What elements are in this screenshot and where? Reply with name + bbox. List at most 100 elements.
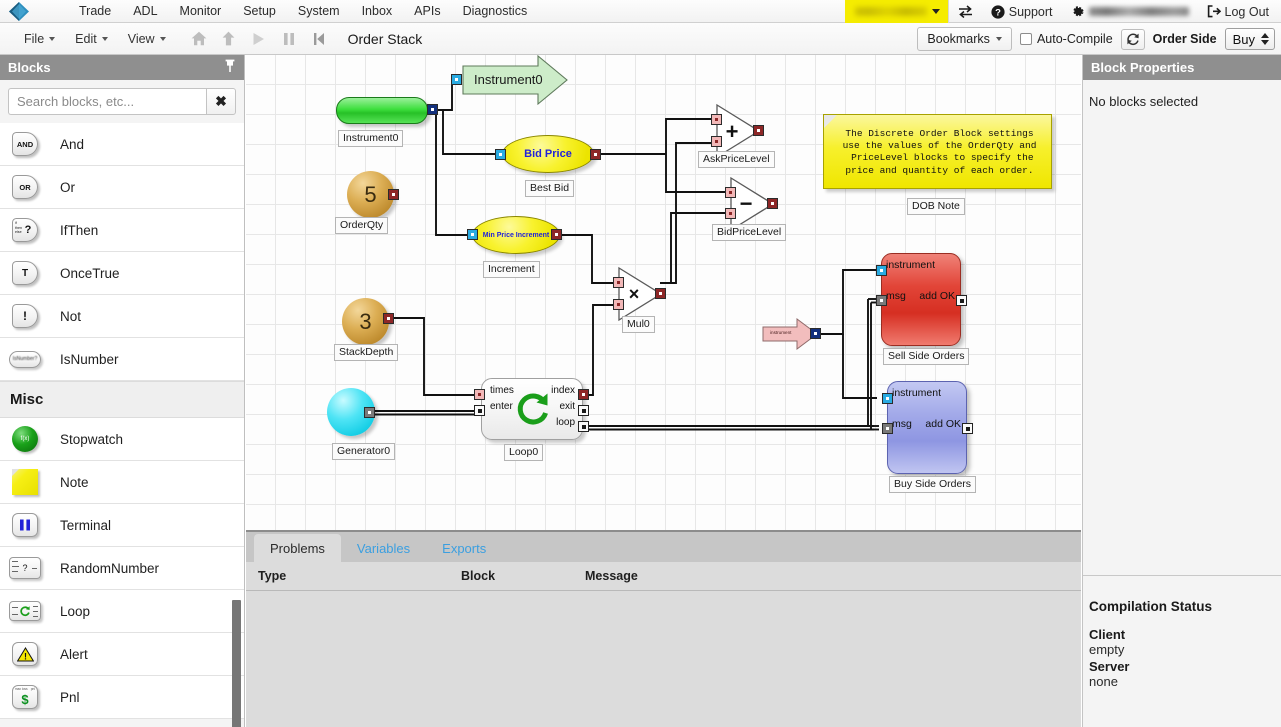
node-loop0[interactable]: times enter index exit loop <box>481 378 583 440</box>
block-item-pnl[interactable]: max loss pnl $ Pnl <box>0 676 244 719</box>
node-sell-side-orders[interactable]: instrument msg add OK <box>881 253 961 346</box>
port-loop0-loop[interactable] <box>578 421 589 432</box>
menu-trade[interactable]: Trade <box>68 0 122 23</box>
node-instrument0-capsule[interactable] <box>336 97 428 124</box>
port-mul0-in-1[interactable] <box>613 277 624 288</box>
menu-system[interactable]: System <box>287 0 351 23</box>
port-buyside-addok[interactable] <box>962 423 973 434</box>
port-bid-in-2[interactable] <box>725 208 736 219</box>
block-item-randomnumber[interactable]: ? RandomNumber <box>0 547 244 590</box>
block-item-terminal[interactable]: Terminal <box>0 504 244 547</box>
port-stackdepth-out[interactable] <box>383 313 394 324</box>
block-label: Stopwatch <box>60 431 124 447</box>
port-loop0-enter[interactable] <box>474 405 485 416</box>
block-item-alert[interactable]: ! Alert <box>0 633 244 676</box>
order-side-select[interactable]: Buy <box>1224 28 1275 50</box>
port-bestbid-in[interactable] <box>495 149 506 160</box>
port-orderqty-out[interactable] <box>388 189 399 200</box>
step-back-button[interactable] <box>304 23 334 55</box>
port-buyside-instrument[interactable] <box>882 393 893 404</box>
menu-adl[interactable]: ADL <box>122 0 168 23</box>
search-clear-button[interactable]: ✖ <box>206 88 236 115</box>
compilation-status-section: Compilation Status Client empty Server n… <box>1083 585 1281 691</box>
logout-button[interactable]: Log Out <box>1198 0 1281 23</box>
view-menu[interactable]: View <box>118 23 176 55</box>
port-loop0-times[interactable] <box>474 389 485 400</box>
port-bestbid-out[interactable] <box>590 149 601 160</box>
port-increment-out[interactable] <box>551 229 562 240</box>
search-input[interactable] <box>8 88 206 115</box>
sidebar-scrollbar-thumb[interactable] <box>232 600 241 727</box>
block-item-stopwatch[interactable]: f(x) Stopwatch <box>0 418 244 461</box>
compilation-client-label: Client <box>1089 627 1126 642</box>
node-instrument0-export-arrow[interactable]: Instrument0 <box>460 55 570 112</box>
file-menu[interactable]: File <box>14 23 65 55</box>
node-stackdepth[interactable]: 3 <box>342 298 389 345</box>
block-item-and[interactable]: AND And <box>0 123 244 166</box>
upload-button[interactable] <box>214 23 244 55</box>
port-increment-in[interactable] <box>467 229 478 240</box>
menu-monitor[interactable]: Monitor <box>169 0 233 23</box>
pin-icon[interactable] <box>224 59 236 76</box>
block-properties-body: No blocks selected <box>1083 80 1281 109</box>
tab-variables[interactable]: Variables <box>341 534 426 562</box>
misc-section-title: Misc <box>10 391 44 408</box>
menu-diagnostics[interactable]: Diagnostics <box>452 0 539 23</box>
port-buyside-msg[interactable] <box>882 423 893 434</box>
block-item-or[interactable]: OR Or <box>0 166 244 209</box>
compile-refresh-button[interactable] <box>1120 28 1145 50</box>
tab-exports[interactable]: Exports <box>426 534 502 562</box>
block-item-ifthen[interactable]: if then else ? IfThen <box>0 209 244 252</box>
tab-problems[interactable]: Problems <box>254 534 341 562</box>
home-button[interactable] <box>184 23 214 55</box>
block-item-note[interactable]: Note <box>0 461 244 504</box>
port-bid-in-1[interactable] <box>725 187 736 198</box>
checkbox-box[interactable] <box>1019 33 1032 45</box>
toolbar-right-group: Bookmarks Auto-Compile Order Side Buy <box>917 23 1275 55</box>
port-ask-in-2[interactable] <box>711 136 722 147</box>
settings-button[interactable] <box>1062 0 1198 23</box>
node-orderqty[interactable]: 5 <box>347 171 394 218</box>
diagram-canvas[interactable]: Instrument0 Instrument0 5 OrderQty Bid P… <box>246 55 1081 530</box>
port-loop0-exit[interactable] <box>578 405 589 416</box>
node-best-bid[interactable]: Bid Price <box>502 135 594 173</box>
pause-button[interactable] <box>274 23 304 55</box>
account-selector-button[interactable] <box>844 0 948 23</box>
note-text: The Discrete Order Block settings use th… <box>842 128 1037 176</box>
block-item-loop[interactable]: Loop <box>0 590 244 633</box>
menu-setup[interactable]: Setup <box>232 0 287 23</box>
port-sellside-instrument[interactable] <box>876 265 887 276</box>
port-ask-out[interactable] <box>753 125 764 136</box>
and-block-icon: AND <box>8 129 42 159</box>
bookmarks-button[interactable]: Bookmarks <box>917 27 1012 51</box>
loop-port-label-loop: loop <box>556 417 575 428</box>
port-bid-out[interactable] <box>767 198 778 209</box>
menu-inbox[interactable]: Inbox <box>351 0 404 23</box>
support-button[interactable]: ? Support <box>982 0 1062 23</box>
block-item-oncetrue[interactable]: T OnceTrue <box>0 252 244 295</box>
port-instrument0-out[interactable] <box>427 104 438 115</box>
block-properties-panel: Block Properties No blocks selected Comp… <box>1082 55 1281 727</box>
block-item-not[interactable]: ! Not <box>0 295 244 338</box>
port-mul0-in-2[interactable] <box>613 299 624 310</box>
port-ask-in-1[interactable] <box>711 114 722 125</box>
block-item-isnumber[interactable]: IsNumber? IsNumber <box>0 338 244 381</box>
stepper-arrows-icon[interactable] <box>1261 33 1269 45</box>
port-sellside-msg[interactable] <box>876 295 887 306</box>
port-mul0-out[interactable] <box>655 288 666 299</box>
node-increment[interactable]: Min Price Increment <box>472 216 560 254</box>
port-instrument0-export-in[interactable] <box>451 74 462 85</box>
run-button[interactable] <box>244 23 274 55</box>
port-sellside-addok[interactable] <box>956 295 967 306</box>
menu-apis[interactable]: APIs <box>403 0 451 23</box>
port-instrument-import-out[interactable] <box>810 328 821 339</box>
node-buy-side-orders[interactable]: instrument msg add OK <box>887 381 967 474</box>
edit-menu[interactable]: Edit <box>65 23 118 55</box>
switch-account-button[interactable] <box>949 0 982 23</box>
node-dob-note[interactable]: The Discrete Order Block settings use th… <box>823 114 1052 189</box>
auto-compile-checkbox[interactable]: Auto-Compile <box>1019 32 1113 46</box>
terminal-block-icon <box>8 510 42 540</box>
not-block-icon: ! <box>8 301 42 331</box>
port-generator0-out[interactable] <box>364 407 375 418</box>
port-loop0-index[interactable] <box>578 389 589 400</box>
